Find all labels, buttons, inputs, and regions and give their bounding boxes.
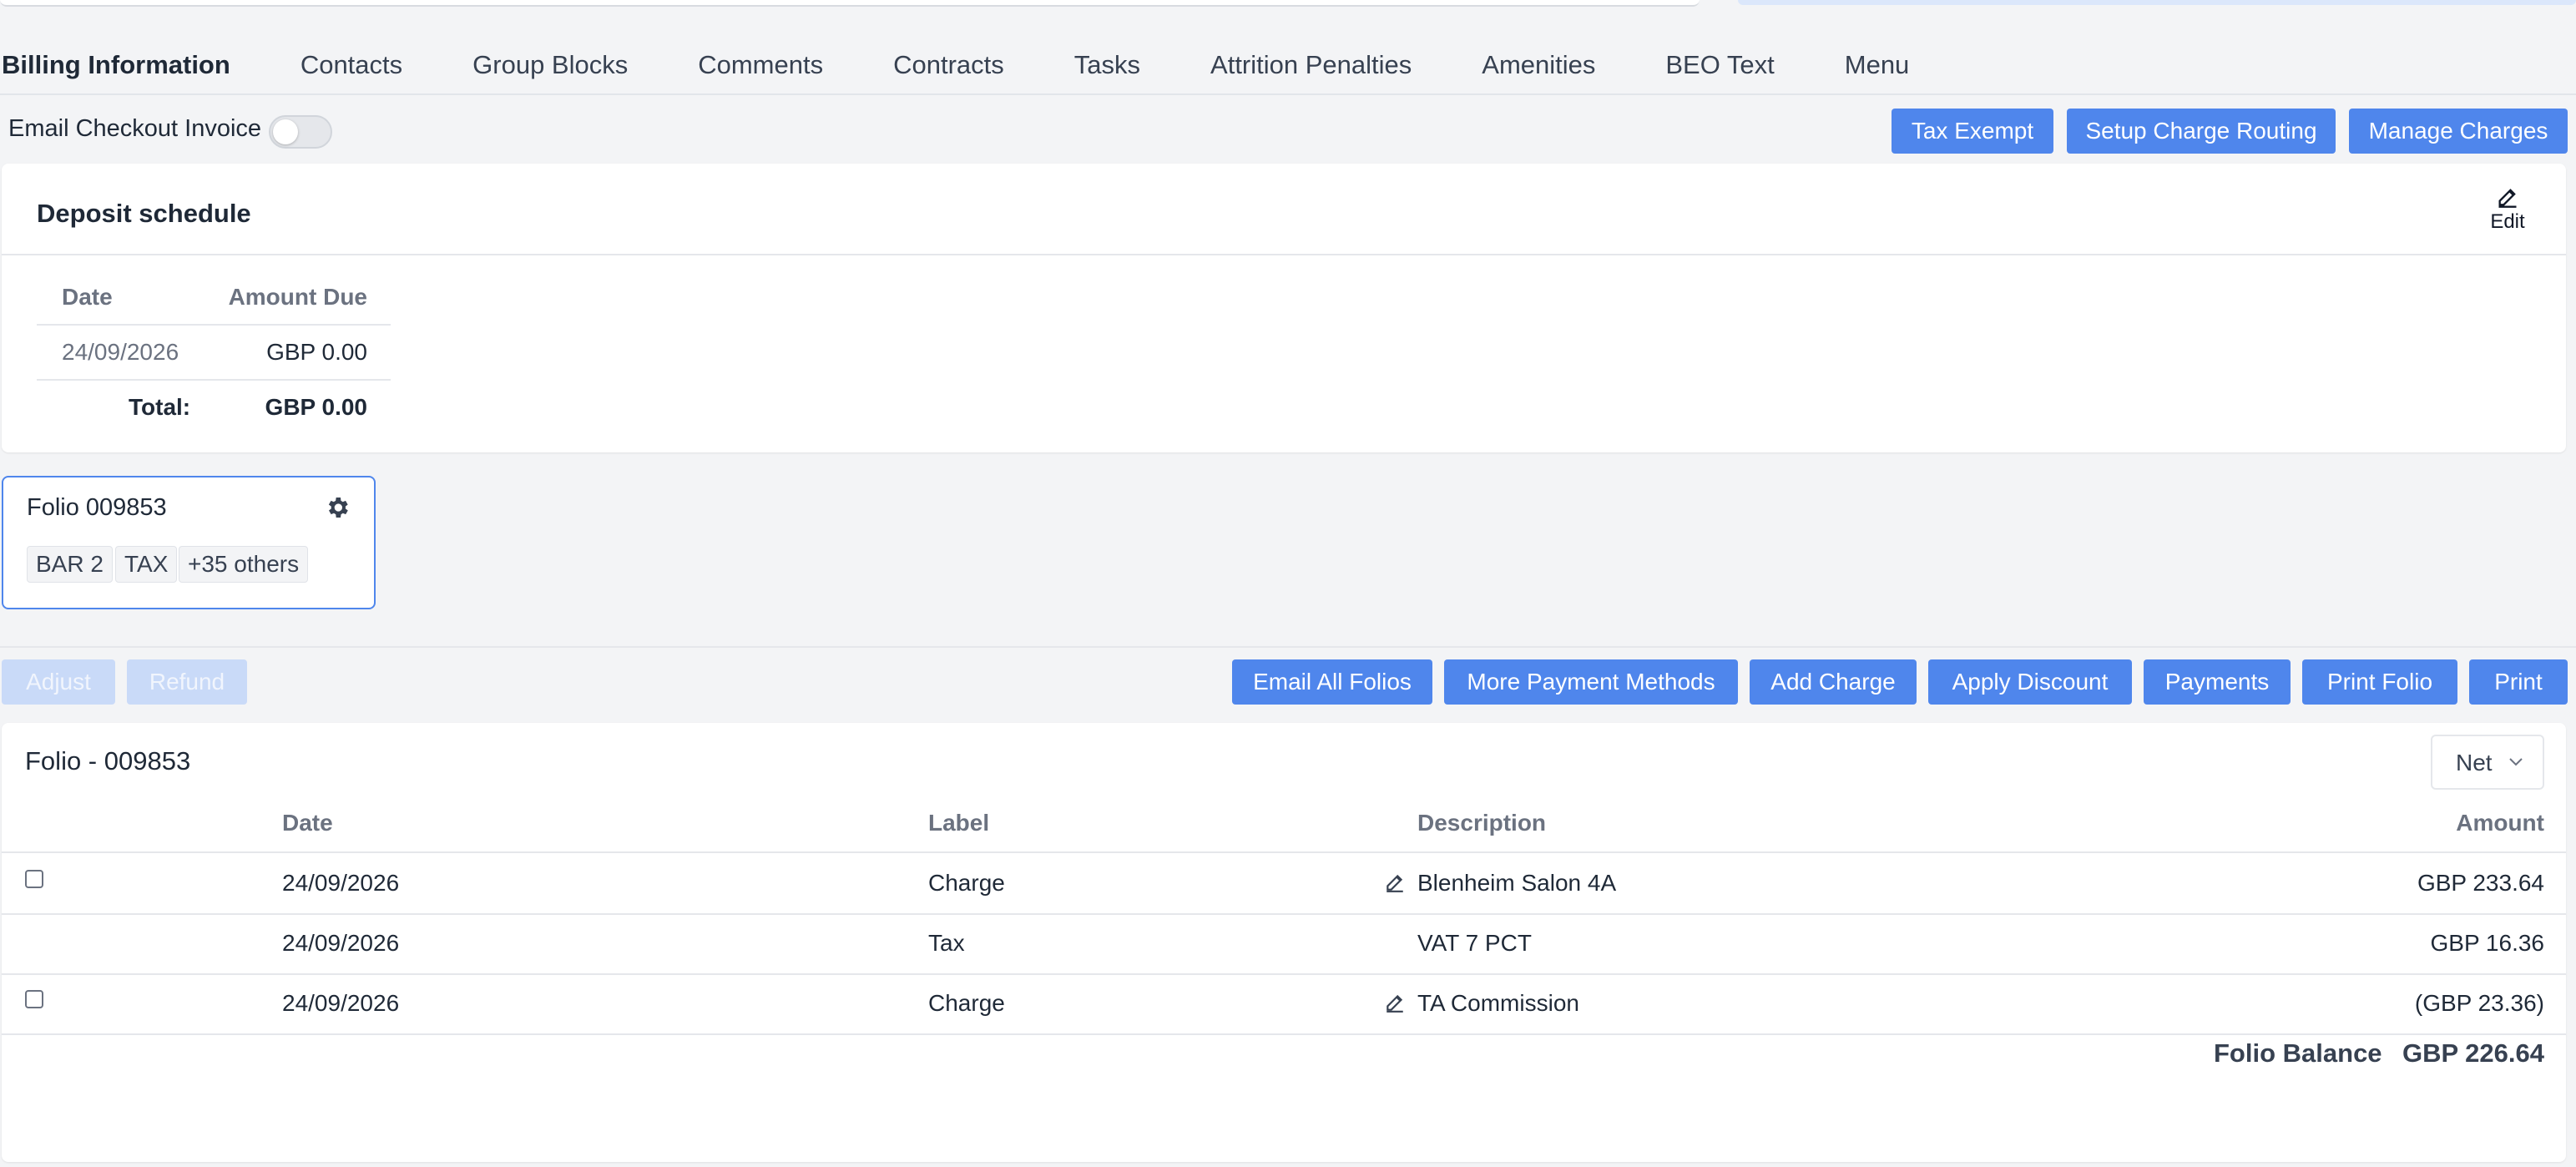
view-select-value: Net xyxy=(2456,750,2493,775)
pencil-icon xyxy=(2498,189,2517,208)
tab-beo-text[interactable]: BEO Text xyxy=(1665,50,1774,80)
pencil-icon[interactable] xyxy=(1384,992,1406,1013)
apply-discount-button[interactable]: Apply Discount xyxy=(1928,659,2132,705)
email-checkout-toggle[interactable] xyxy=(269,115,332,149)
total-value: GBP 0.00 xyxy=(265,394,367,420)
refund-button[interactable]: Refund xyxy=(127,659,247,705)
print-folio-button[interactable]: Print Folio xyxy=(2302,659,2457,705)
row-date: 24/09/2026 xyxy=(282,870,400,896)
tab-menu[interactable]: Menu xyxy=(1845,50,1910,80)
tab-group-blocks[interactable]: Group Blocks xyxy=(472,50,628,80)
table-row: 24/09/2026 Tax VAT 7 PCT GBP 16.36 xyxy=(2,913,2566,975)
chevron-down-icon xyxy=(2509,758,2523,766)
billing-toolbar: Email Checkout Invoice Tax Exempt Setup … xyxy=(0,107,2576,154)
gear-icon[interactable] xyxy=(324,494,351,521)
row-description: Blenheim Salon 4A xyxy=(1417,870,1617,896)
tab-contracts[interactable]: Contracts xyxy=(893,50,1004,80)
column-header-description: Description xyxy=(1417,810,1547,836)
view-select[interactable]: Net xyxy=(2431,735,2544,790)
deposit-table-header: Date Amount Due xyxy=(37,270,391,326)
row-label: Charge xyxy=(928,870,1005,896)
tax-exempt-button[interactable]: Tax Exempt xyxy=(1892,109,2053,154)
deposit-amount: GBP 0.00 xyxy=(266,339,367,365)
row-amount: (GBP 23.36) xyxy=(2414,990,2544,1016)
edit-deposit-button[interactable]: Edit xyxy=(2483,185,2533,234)
tab-billing-information[interactable]: Billing Information xyxy=(2,50,230,80)
top-panel-edge xyxy=(0,0,1700,7)
folio-balance-value: GBP 226.64 xyxy=(2402,1038,2544,1068)
row-amount: GBP 233.64 xyxy=(2417,870,2544,896)
folio-summary-title: Folio 009853 xyxy=(27,494,167,521)
toggle-knob xyxy=(273,119,298,144)
payments-button[interactable]: Payments xyxy=(2144,659,2291,705)
tab-attrition-penalties[interactable]: Attrition Penalties xyxy=(1210,50,1412,80)
row-label: Charge xyxy=(928,990,1005,1016)
tag-chip: BAR 2 xyxy=(27,546,113,583)
column-header-amount: Amount xyxy=(2456,810,2544,836)
deposit-date: 24/09/2026 xyxy=(62,339,179,365)
print-button[interactable]: Print xyxy=(2469,659,2568,705)
column-header-label: Label xyxy=(928,810,990,836)
top-panel-edge-highlight xyxy=(1738,0,2576,5)
edit-label: Edit xyxy=(2490,210,2525,233)
row-date: 24/09/2026 xyxy=(282,930,400,956)
deposit-schedule-title: Deposit schedule xyxy=(37,199,251,228)
row-checkbox[interactable] xyxy=(25,870,43,888)
adjust-button[interactable]: Adjust xyxy=(2,659,115,705)
folio-table-header: Date Label Description Amount xyxy=(2,806,2566,853)
table-row: 24/09/2026 Charge Blenheim Salon 4A GBP … xyxy=(2,853,2566,915)
row-checkbox[interactable] xyxy=(25,990,43,1008)
pencil-icon[interactable] xyxy=(1384,871,1406,893)
column-header-amount-due: Amount Due xyxy=(228,284,367,310)
table-row: 24/09/2026 Charge TA Commission (GBP 23.… xyxy=(2,973,2566,1035)
total-label: Total: xyxy=(129,394,191,420)
deposit-total-row: Total: GBP 0.00 xyxy=(37,381,391,434)
folio-summary-card[interactable]: Folio 009853 BAR 2 TAX +35 others xyxy=(2,476,376,609)
row-date: 24/09/2026 xyxy=(282,990,400,1016)
more-payment-methods-button[interactable]: More Payment Methods xyxy=(1444,659,1738,705)
manage-charges-button[interactable]: Manage Charges xyxy=(2349,109,2568,154)
row-label: Tax xyxy=(928,930,965,956)
row-amount: GBP 16.36 xyxy=(2430,930,2544,956)
column-header-date: Date xyxy=(62,284,113,310)
tag-chip: TAX xyxy=(115,546,178,583)
deposit-table: Date Amount Due 24/09/2026 GBP 0.00 Tota… xyxy=(37,270,391,434)
divider xyxy=(2,254,2566,255)
email-checkout-label: Email Checkout Invoice xyxy=(8,115,262,142)
tab-contacts[interactable]: Contacts xyxy=(301,50,402,80)
column-header-date: Date xyxy=(282,810,333,836)
tab-amenities[interactable]: Amenities xyxy=(1482,50,1595,80)
folio-card: Folio - 009853 Net Date Label Descriptio… xyxy=(2,723,2566,1162)
email-all-folios-button[interactable]: Email All Folios xyxy=(1232,659,1432,705)
folio-balance-label: Folio Balance xyxy=(2214,1038,2382,1068)
more-tags-chip[interactable]: +35 others xyxy=(179,546,309,583)
add-charge-button[interactable]: Add Charge xyxy=(1750,659,1917,705)
deposit-schedule-card: Deposit schedule Edit Date Amount Due 24… xyxy=(2,164,2566,452)
row-description: TA Commission xyxy=(1417,990,1579,1016)
folio-title: Folio - 009853 xyxy=(25,746,191,775)
deposit-row: 24/09/2026 GBP 0.00 xyxy=(37,326,391,381)
tab-comments[interactable]: Comments xyxy=(698,50,823,80)
row-description: VAT 7 PCT xyxy=(1417,930,1532,956)
setup-charge-routing-button[interactable]: Setup Charge Routing xyxy=(2067,109,2336,154)
section-tabs: Billing Information Contacts Group Block… xyxy=(0,37,2576,95)
tab-tasks[interactable]: Tasks xyxy=(1074,50,1140,80)
section-divider xyxy=(0,646,2576,648)
